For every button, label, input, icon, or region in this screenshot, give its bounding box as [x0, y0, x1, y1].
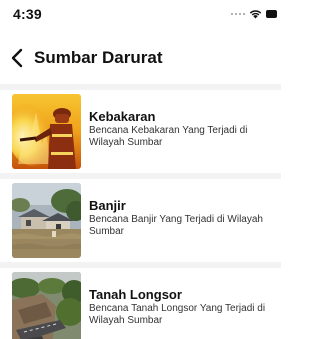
item-title: Banjir — [89, 198, 126, 213]
app-screen: 4:39 Sumbar Darurat Kebakaran Bencana Ke… — [0, 0, 281, 339]
firefighter-photo — [12, 94, 81, 169]
navigation-bar: Sumbar Darurat — [0, 40, 281, 76]
disaster-list: Kebakaran Bencana Kebakaran Yang Terjadi… — [0, 84, 281, 339]
status-bar: 4:39 — [0, 0, 281, 26]
item-title: Tanah Longsor — [89, 287, 182, 302]
item-description: Bencana Tanah Longsor Yang Terjadi di Wi… — [89, 303, 266, 326]
page-title: Sumbar Darurat — [34, 48, 163, 67]
item-description: Bencana Banjir Yang Terjadi di Wilayah S… — [89, 214, 263, 237]
landslide-photo — [12, 272, 81, 339]
item-description: Bencana Kebakaran Yang Terjadi di Wilaya… — [89, 125, 248, 148]
status-time: 4:39 — [13, 6, 42, 22]
status-icons — [231, 8, 277, 20]
list-item-banjir[interactable]: Banjir Bencana Banjir Yang Terjadi di Wi… — [0, 179, 281, 262]
flood-photo — [12, 183, 81, 258]
wifi-icon — [249, 10, 262, 19]
list-item-tanah-longsor[interactable]: Tanah Longsor Bencana Tanah Longsor Yang… — [0, 268, 281, 339]
list-item-kebakaran[interactable]: Kebakaran Bencana Kebakaran Yang Terjadi… — [0, 90, 281, 173]
battery-icon — [266, 10, 277, 18]
chevron-left-icon[interactable] — [10, 48, 24, 68]
cellular-signal-icon — [231, 13, 245, 15]
item-title: Kebakaran — [89, 109, 156, 124]
